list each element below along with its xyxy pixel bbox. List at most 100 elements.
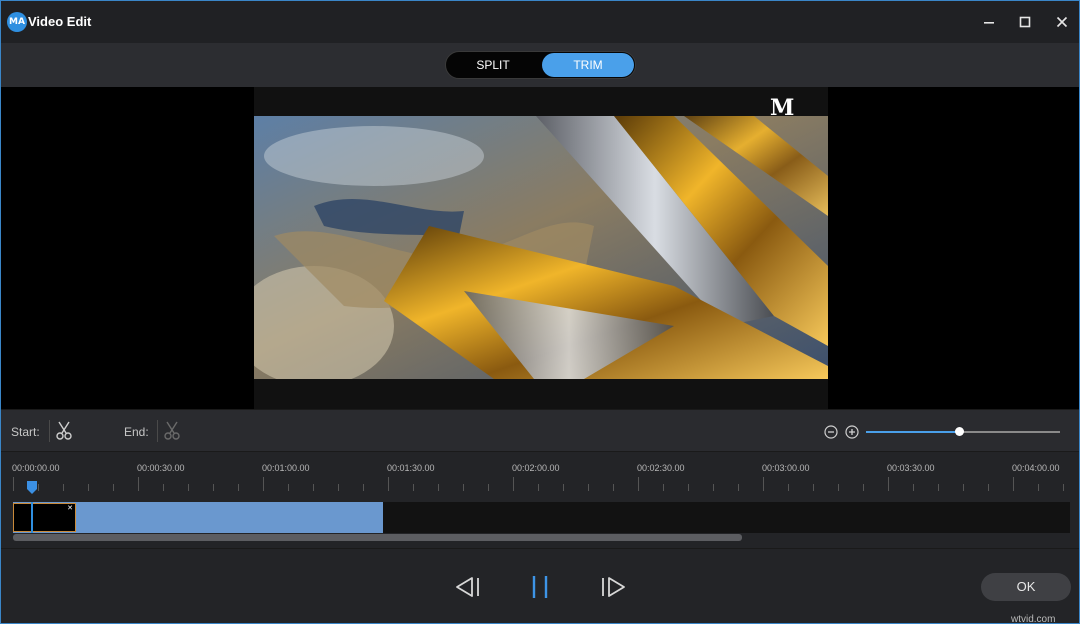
ruler-tick: [388, 477, 389, 491]
next-frame-button[interactable]: [597, 573, 629, 601]
title-bar: MA Video Edit: [1, 1, 1079, 43]
video-frame: M: [254, 87, 828, 409]
playhead-line[interactable]: [31, 502, 33, 533]
trim-controls: Start: End:: [1, 409, 1079, 452]
watermark-credit: wtvid.com: [1011, 614, 1055, 624]
maximize-button[interactable]: [1012, 9, 1038, 35]
timeline-tick-label: 00:03:00.00: [762, 463, 810, 473]
ruler-tick: [188, 484, 189, 491]
ruler-tick: [463, 484, 464, 491]
timeline[interactable]: 00:00:00.0000:00:30.0000:01:00.0000:01:3…: [1, 452, 1079, 548]
timeline-tick-label: 00:00:00.00: [12, 463, 60, 473]
video-preview: M: [1, 87, 1079, 409]
timeline-tick-label: 00:00:30.00: [137, 463, 185, 473]
zoom-out-icon: [824, 425, 838, 439]
ruler-tick: [988, 484, 989, 491]
ruler-tick: [738, 484, 739, 491]
ruler-tick: [63, 484, 64, 491]
ruler-tick: [638, 477, 639, 491]
ruler-tick: [488, 484, 489, 491]
thumbnail-logo: ✕: [67, 504, 73, 512]
zoom-in-icon: [845, 425, 859, 439]
ruler-tick: [88, 484, 89, 491]
end-scissors-button[interactable]: [162, 421, 182, 441]
ruler-tick: [288, 484, 289, 491]
ruler-tick: [413, 484, 414, 491]
previous-frame-button[interactable]: [452, 573, 484, 601]
ruler-tick: [38, 484, 39, 491]
video-image: [254, 116, 828, 379]
ruler-tick: [338, 484, 339, 491]
timeline-tick-label: 00:04:00.00: [1012, 463, 1060, 473]
ruler-tick: [238, 484, 239, 491]
divider: [49, 420, 50, 442]
trim-tab[interactable]: TRIM: [542, 53, 634, 77]
clip-track[interactable]: ✕: [13, 502, 1070, 533]
window-title: Video Edit: [28, 14, 91, 29]
ruler-tick: [788, 484, 789, 491]
ruler-tick: [313, 484, 314, 491]
step-back-icon: [452, 573, 484, 601]
ruler-tick: [213, 484, 214, 491]
start-scissors-button[interactable]: [54, 421, 74, 441]
ruler-tick: [713, 484, 714, 491]
ruler-tick: [1013, 477, 1014, 491]
ruler-tick: [663, 484, 664, 491]
timeline-scrollbar[interactable]: [13, 534, 742, 541]
ruler-tick: [163, 484, 164, 491]
ruler-tick: [863, 484, 864, 491]
close-button[interactable]: [1049, 9, 1075, 35]
divider: [157, 420, 158, 442]
timeline-ruler[interactable]: [13, 477, 1067, 491]
playhead-marker-icon[interactable]: [27, 481, 37, 494]
timeline-tick-label: 00:03:30.00: [887, 463, 935, 473]
ruler-tick: [963, 484, 964, 491]
zoom-slider-handle[interactable]: [955, 427, 964, 436]
ruler-tick: [1063, 484, 1064, 491]
ruler-tick: [688, 484, 689, 491]
ruler-tick: [363, 484, 364, 491]
ok-button[interactable]: OK: [981, 573, 1071, 601]
ruler-tick: [838, 484, 839, 491]
ruler-tick: [588, 484, 589, 491]
scissors-icon: [162, 421, 182, 441]
clip-thumbnail: ✕: [13, 503, 76, 532]
mode-toggle: SPLIT TRIM: [445, 51, 636, 79]
ruler-tick: [913, 484, 914, 491]
zoom-out-button[interactable]: [824, 425, 838, 439]
scissors-icon: [54, 421, 74, 441]
video-edit-window: MA Video Edit SPLIT TRIM: [0, 0, 1080, 624]
ruler-tick: [13, 477, 14, 491]
start-label: Start:: [11, 425, 40, 439]
mode-toggle-bar: SPLIT TRIM: [1, 43, 1079, 87]
zoom-slider-fill: [866, 431, 959, 433]
maximize-icon: [1019, 16, 1031, 28]
ruler-tick: [813, 484, 814, 491]
timeline-tick-label: 00:01:30.00: [387, 463, 435, 473]
timeline-tick-label: 00:02:00.00: [512, 463, 560, 473]
zoom-in-button[interactable]: [845, 425, 859, 439]
zoom-slider[interactable]: [866, 431, 1060, 433]
pause-icon: [525, 573, 557, 601]
ruler-tick: [1038, 484, 1039, 491]
app-logo-icon: MA: [7, 12, 27, 32]
end-label: End:: [124, 425, 149, 439]
close-icon: [1056, 16, 1068, 28]
ruler-tick: [138, 477, 139, 491]
ruler-tick: [563, 484, 564, 491]
split-tab[interactable]: SPLIT: [447, 53, 539, 77]
pause-button[interactable]: [525, 573, 557, 601]
ruler-tick: [938, 484, 939, 491]
ruler-tick: [263, 477, 264, 491]
playback-controls: OK wtvid.com: [1, 548, 1079, 623]
minimize-icon: [983, 16, 995, 28]
ruler-tick: [113, 484, 114, 491]
timeline-tick-label: 00:02:30.00: [637, 463, 685, 473]
ruler-tick: [763, 477, 764, 491]
ruler-tick: [538, 484, 539, 491]
watermark-logo: M: [770, 95, 814, 127]
ruler-tick: [613, 484, 614, 491]
minimize-button[interactable]: [976, 9, 1002, 35]
ruler-tick: [438, 484, 439, 491]
ruler-tick: [888, 477, 889, 491]
